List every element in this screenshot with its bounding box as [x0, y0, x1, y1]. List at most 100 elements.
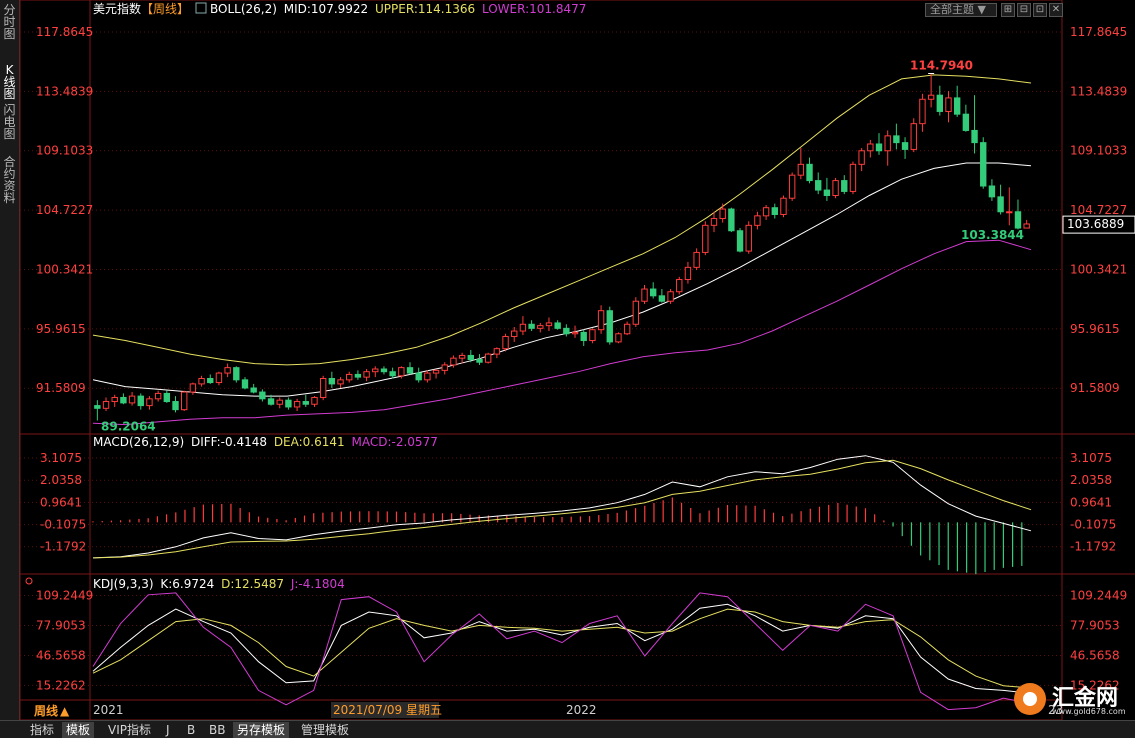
candle	[241, 377, 249, 390]
candle	[519, 316, 527, 336]
candle-body	[285, 399, 292, 408]
main-y-tick-left: 104.7227	[36, 203, 93, 217]
candle	[1014, 199, 1022, 230]
kdj-settings-icon[interactable]	[25, 577, 33, 585]
candle	[962, 104, 970, 132]
candle	[128, 392, 136, 406]
kline-chart[interactable]: 美元指数【周线】 BOLL(26,2) MID:107.9922 UPPER:1…	[0, 0, 1135, 720]
candle	[658, 289, 666, 303]
candle	[302, 394, 309, 407]
kdj-y-tick-left: 109.2449	[36, 589, 93, 603]
tab-indicators[interactable]: 指标	[26, 722, 58, 738]
close-icon[interactable]: ✕	[1049, 3, 1063, 17]
tab-j[interactable]: J	[162, 722, 174, 738]
tab-manage-templates[interactable]: 管理模板	[297, 722, 353, 738]
macd-y-tick-left: 0.9641	[40, 495, 82, 509]
candle-body	[111, 396, 118, 403]
candle	[406, 362, 414, 375]
candle-body	[302, 401, 309, 405]
candle	[702, 221, 709, 256]
candle-body	[354, 373, 362, 378]
candle	[641, 284, 648, 304]
time-label-2021: 2021	[93, 703, 124, 717]
tab-save-template[interactable]: 另存模板	[233, 722, 290, 738]
main-y-tick-left: 117.8645	[36, 25, 93, 39]
candle-body	[128, 395, 136, 404]
candle-body	[484, 353, 492, 363]
candle	[363, 369, 370, 382]
maximize-icon[interactable]: ⊡	[1033, 3, 1047, 17]
candle-body	[502, 335, 509, 350]
recent-low-label: 103.3844	[961, 228, 1024, 242]
candle-body	[154, 392, 162, 400]
macd-y-tick-left: -1.1792	[40, 540, 86, 554]
candle-body	[94, 405, 101, 409]
main-gridlines	[20, 31, 1062, 389]
candle-body	[215, 372, 223, 384]
logo-mark-icon	[1014, 683, 1046, 715]
candle	[111, 394, 118, 407]
macd-y-tick-right: -1.1792	[1070, 540, 1116, 554]
main-y-tick-right: 95.9615	[1070, 322, 1120, 336]
macd-dea-line	[92, 459, 1032, 559]
candle	[432, 369, 440, 379]
period-selector[interactable]: 周线 ▲	[34, 703, 70, 718]
candle	[650, 282, 657, 299]
candle-body	[441, 364, 448, 371]
candle	[154, 390, 162, 402]
kdj-y-axis-left: 109.2449 77.9053 46.5658 15.2262	[36, 589, 93, 693]
candle	[276, 397, 283, 409]
tab-vip-indicators[interactable]: VIP指标	[104, 722, 155, 738]
macd-diff: DIFF:-0.4148	[191, 435, 267, 449]
main-y-tick-right: 100.3421	[1070, 262, 1127, 276]
candle-body	[719, 208, 726, 220]
minimize-icon[interactable]: ⊟	[1017, 3, 1031, 17]
candle	[832, 177, 839, 199]
candle-body	[146, 398, 153, 407]
svg-text:MACD(26,12,9) DIFF:-0.4148: MACD(26,12,9) DIFF:-0.4148 DEA:0.6141 MA…	[93, 435, 438, 449]
candle-body	[337, 379, 344, 385]
grid-layout-icon[interactable]: ⊞	[1001, 3, 1015, 17]
tab-templates[interactable]: 模板	[62, 722, 95, 738]
candle	[215, 371, 223, 386]
candle	[684, 261, 692, 284]
tab-b[interactable]: B	[183, 722, 199, 738]
theme-dropdown-label: 全部主题	[930, 3, 974, 16]
candle	[458, 352, 466, 364]
candle-body	[198, 377, 205, 385]
candle-body	[823, 189, 831, 197]
candle-body	[658, 295, 666, 302]
candle-body	[589, 329, 596, 342]
candle	[615, 332, 622, 344]
tab-bb[interactable]: BB	[205, 722, 229, 738]
candle-body	[311, 396, 318, 405]
kdj-name: KDJ(9,3,3)	[93, 577, 154, 591]
boll-upper-line	[92, 74, 1032, 366]
candle-body	[971, 129, 978, 144]
kdj-y-tick-right: 77.9053	[1070, 618, 1120, 632]
candle-body	[875, 143, 883, 152]
candle	[927, 73, 935, 108]
candle	[901, 137, 909, 159]
candle-body	[997, 196, 1004, 213]
candle-body	[250, 387, 257, 393]
candle	[285, 397, 292, 410]
kdj-d-line	[92, 608, 1032, 689]
main-y-tick-left: 95.9615	[36, 322, 86, 336]
candle	[424, 370, 431, 383]
macd-y-tick-right: 0.9641	[1070, 495, 1112, 509]
macd-y-tick-left: -0.1075	[40, 518, 86, 532]
candle	[945, 91, 952, 123]
candle-body	[372, 368, 379, 373]
candle-body	[545, 322, 553, 327]
candle	[554, 320, 561, 330]
candle-body	[641, 288, 648, 302]
kdj-y-tick-right: 109.2449	[1070, 589, 1127, 603]
candle	[224, 363, 231, 378]
low-label: 89.2064	[101, 419, 156, 433]
candle	[537, 322, 544, 333]
candle-body	[207, 377, 214, 384]
theme-dropdown[interactable]: 全部主题 ▼	[925, 3, 997, 17]
candle	[181, 390, 188, 412]
kdj-j: J:-4.1804	[290, 577, 345, 591]
